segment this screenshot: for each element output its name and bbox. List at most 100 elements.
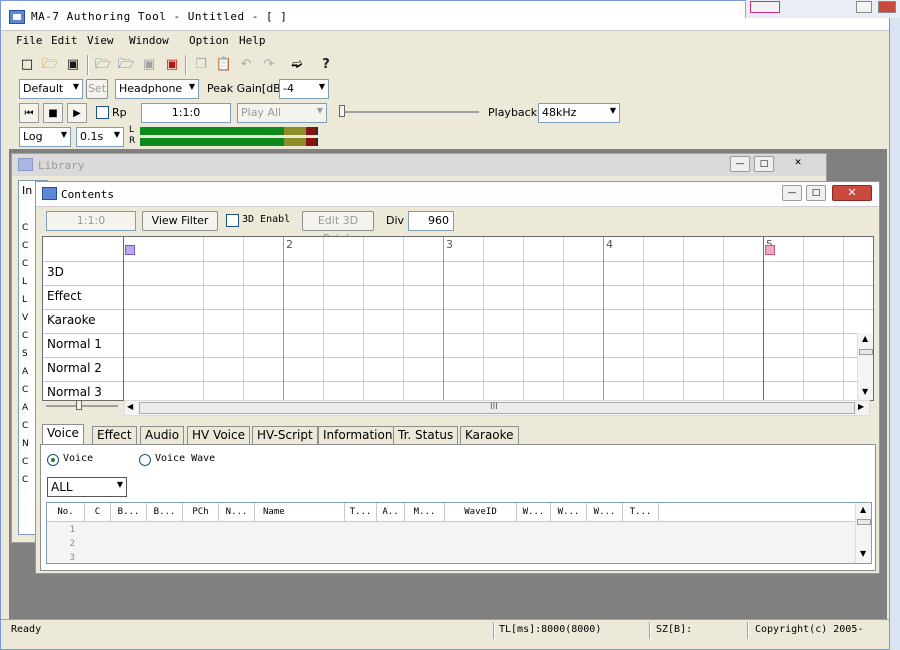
contents-position-field[interactable]: 1:1:0 bbox=[46, 211, 136, 231]
table-row[interactable]: 3 bbox=[47, 553, 81, 563]
minimize-icon[interactable]: — bbox=[782, 185, 802, 201]
background-window-button[interactable] bbox=[750, 1, 780, 13]
save-icon[interactable]: ▣ bbox=[63, 55, 83, 75]
minimize-icon[interactable]: — bbox=[730, 156, 750, 172]
voice-table[interactable]: No. C B... B... PCh N... Name T... A.. M… bbox=[46, 502, 872, 564]
preset-select[interactable]: Default ▼ bbox=[19, 79, 83, 99]
column-header[interactable]: M... bbox=[405, 503, 445, 522]
menu-file[interactable]: File bbox=[16, 34, 43, 47]
library-list-item[interactable]: S bbox=[22, 349, 28, 359]
undo-icon[interactable]: ↶ bbox=[236, 55, 256, 75]
tab-hv-script[interactable]: HV-Script bbox=[252, 426, 318, 444]
library-list-item[interactable]: A bbox=[22, 367, 28, 377]
new-file-icon[interactable]: □ bbox=[17, 55, 37, 75]
column-header[interactable]: W... bbox=[517, 503, 551, 522]
column-header[interactable]: T... bbox=[623, 503, 659, 522]
close-icon[interactable] bbox=[878, 1, 896, 13]
table-row[interactable]: 2 bbox=[47, 539, 81, 549]
zoom-slider[interactable] bbox=[46, 405, 118, 407]
open-blue-icon[interactable]: 🗁 bbox=[116, 55, 136, 75]
save-gray-icon[interactable]: ▣ bbox=[139, 55, 159, 75]
track-label-3d[interactable]: 3D bbox=[47, 265, 64, 279]
library-list-item[interactable]: C bbox=[22, 421, 28, 431]
scale-select[interactable]: Log ▼ bbox=[19, 127, 71, 147]
column-header[interactable]: PCh bbox=[183, 503, 219, 522]
column-header[interactable]: W... bbox=[587, 503, 623, 522]
maximize-icon[interactable]: □ bbox=[754, 156, 774, 172]
interval-select[interactable]: 0.1s ▼ bbox=[76, 127, 124, 147]
track-grid[interactable]: 2 3 4 5 3D Effect Karaoke Normal 1 Norma… bbox=[42, 236, 874, 401]
scroll-up-icon[interactable]: ▲ bbox=[862, 334, 868, 343]
horizontal-scroll-thumb[interactable]: III bbox=[139, 402, 855, 414]
voice-radio[interactable] bbox=[47, 454, 59, 466]
position-slider[interactable] bbox=[339, 111, 479, 113]
library-list-item[interactable]: C bbox=[22, 331, 28, 341]
menu-edit[interactable]: Edit bbox=[51, 34, 78, 47]
scroll-right-icon[interactable]: ▶ bbox=[858, 402, 864, 411]
grid-vertical-scrollbar[interactable]: ▲ ▼ bbox=[857, 333, 873, 400]
grid-horizontal-scrollbar[interactable]: ◀ III ▶ bbox=[124, 400, 870, 416]
track-label-normal-1[interactable]: Normal 1 bbox=[47, 337, 102, 351]
tab-audio[interactable]: Audio bbox=[140, 426, 185, 444]
column-header[interactable]: B... bbox=[111, 503, 147, 522]
track-label-normal-2[interactable]: Normal 2 bbox=[47, 361, 102, 375]
library-list-item[interactable]: L bbox=[22, 295, 27, 305]
menu-help[interactable]: Help bbox=[239, 34, 266, 47]
menu-view[interactable]: View bbox=[87, 34, 114, 47]
open-green-icon[interactable]: 🗁 bbox=[93, 55, 113, 75]
scroll-down-icon[interactable]: ▼ bbox=[860, 549, 866, 558]
peak-gain-select[interactable]: -4 ▼ bbox=[279, 79, 329, 99]
column-header[interactable]: C bbox=[85, 503, 111, 522]
column-header[interactable]: WaveID bbox=[445, 503, 517, 522]
stop-icon[interactable]: ■ bbox=[43, 103, 63, 123]
paste-icon[interactable]: 📋 bbox=[214, 55, 234, 75]
scroll-left-icon[interactable]: ◀ bbox=[127, 402, 133, 411]
tab-effect[interactable]: Effect bbox=[92, 426, 137, 444]
tab-karaoke[interactable]: Karaoke bbox=[460, 426, 519, 444]
track-label-effect[interactable]: Effect bbox=[47, 289, 82, 303]
tab-tr-status[interactable]: Tr. Status bbox=[393, 426, 459, 444]
help-icon[interactable]: ? bbox=[316, 55, 336, 75]
contents-window[interactable]: Contents — □ ✕ 1:1:0 View Filter 3D Enab… bbox=[35, 181, 880, 574]
library-list-item[interactable]: C bbox=[22, 475, 28, 485]
output-select[interactable]: Headphone ▼ bbox=[115, 79, 199, 99]
menu-window[interactable]: Window bbox=[129, 34, 169, 47]
library-list-item[interactable]: C bbox=[22, 223, 28, 233]
position-field[interactable]: 1:1:0 bbox=[141, 103, 231, 123]
copy-icon[interactable]: ❐ bbox=[191, 55, 211, 75]
column-header[interactable]: T... bbox=[345, 503, 377, 522]
repeat-checkbox[interactable] bbox=[96, 106, 109, 119]
slider-thumb[interactable] bbox=[339, 105, 345, 117]
open-folder-icon[interactable]: 🗁 bbox=[40, 55, 60, 75]
column-header[interactable]: W... bbox=[551, 503, 587, 522]
close-icon[interactable]: ✕ bbox=[832, 185, 872, 201]
library-list-item[interactable]: C bbox=[22, 385, 28, 395]
end-marker-icon[interactable] bbox=[765, 245, 775, 255]
scroll-down-icon[interactable]: ▼ bbox=[862, 387, 868, 396]
column-header[interactable]: B... bbox=[147, 503, 183, 522]
column-header[interactable]: A.. bbox=[377, 503, 405, 522]
play-icon[interactable]: ▶ bbox=[67, 103, 87, 123]
scroll-up-icon[interactable]: ▲ bbox=[860, 505, 866, 514]
enable-3d-checkbox[interactable] bbox=[226, 214, 239, 227]
voice-filter-select[interactable]: ALL ▼ bbox=[47, 477, 127, 497]
save-red-icon[interactable]: ▣ bbox=[162, 55, 182, 75]
library-list-item[interactable]: C bbox=[22, 457, 28, 467]
voice-wave-radio[interactable] bbox=[139, 454, 151, 466]
column-header[interactable]: Name bbox=[255, 503, 345, 522]
scroll-thumb[interactable] bbox=[859, 349, 873, 355]
view-filter-button[interactable]: View Filter bbox=[142, 211, 218, 231]
library-list-item[interactable]: V bbox=[22, 313, 28, 323]
menu-option[interactable]: Option bbox=[189, 34, 229, 47]
close-icon[interactable]: ✕ bbox=[788, 156, 808, 172]
start-marker-icon[interactable] bbox=[125, 245, 135, 255]
div-field[interactable]: 960 bbox=[408, 211, 454, 231]
library-list-item[interactable]: L bbox=[22, 277, 27, 287]
export-icon[interactable]: ➫ bbox=[287, 55, 307, 75]
redo-icon[interactable]: ↷ bbox=[259, 55, 279, 75]
library-list-item[interactable]: A bbox=[22, 403, 28, 413]
library-title-bar[interactable]: Library — □ ✕ bbox=[12, 154, 826, 176]
table-vertical-scrollbar[interactable]: ▲ ▼ bbox=[855, 503, 871, 563]
play-mode-select[interactable]: Play All ▼ bbox=[237, 103, 327, 123]
set-button[interactable]: Set bbox=[86, 79, 108, 99]
